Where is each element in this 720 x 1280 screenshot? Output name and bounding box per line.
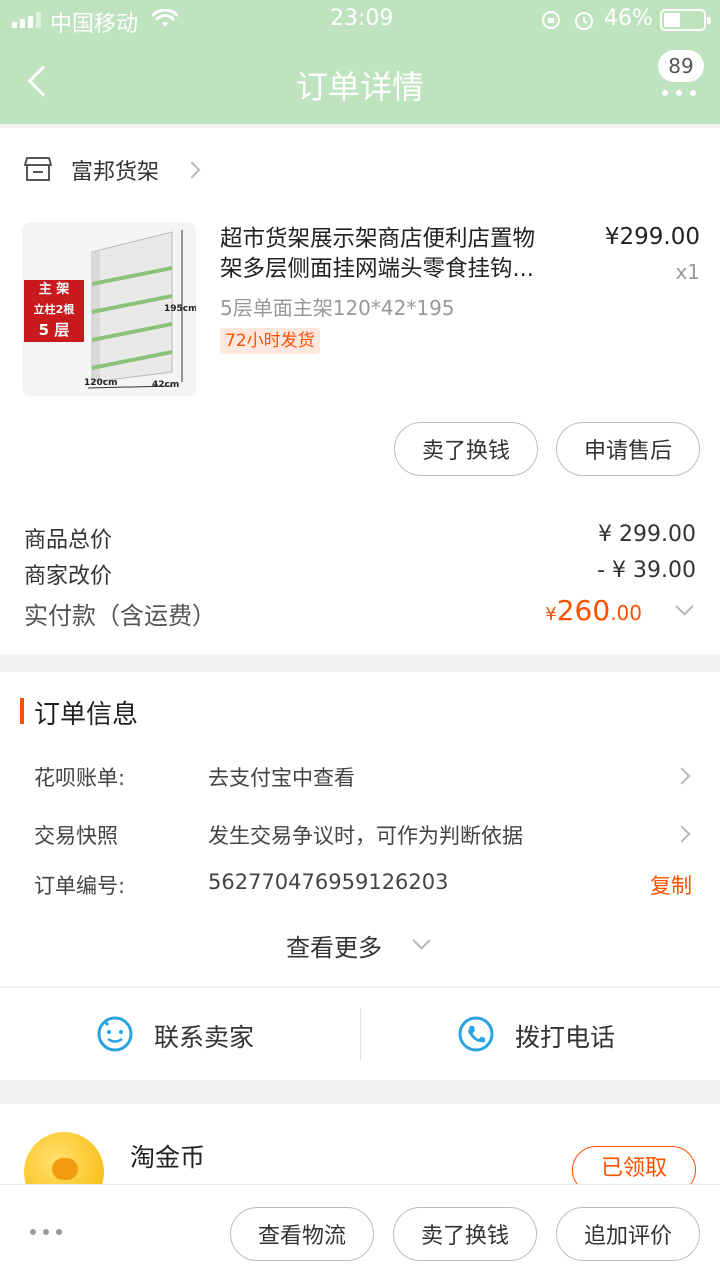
status-bar: 中国移动 23:09 46% [0,0,720,40]
section-marker [20,698,24,724]
copy-button[interactable]: 复制 [650,870,692,900]
price-adjust-label: 商家改价 [24,564,113,589]
wifi-icon [152,9,178,27]
paid-amount: ¥260.00 [545,594,642,627]
chevron-right-icon [673,767,691,785]
more-actions-icon[interactable] [30,1229,70,1239]
store-icon [24,157,52,181]
product-image-label: 主 架 立柱2根 5 层 [24,280,84,342]
chevron-down-icon [412,931,431,950]
total-price-value: ¥ 299.00 [598,522,696,547]
sell-button[interactable]: 卖了换钱 [394,422,538,476]
snapshot-row[interactable]: 交易快照 发生交易争议时，可作为判断依据 [0,810,720,858]
more-dots-icon [662,90,702,96]
row-label: 订单编号: [34,874,126,898]
row-value: 去支付宝中查看 [208,766,355,790]
product-image[interactable]: 主 架 立柱2根 5 层 195cm 120cm 42cm [22,222,196,396]
product-title[interactable]: 超市货架展示架商店便利店置物 架多层侧面挂网端头零食挂钩... [220,224,580,284]
shop-link[interactable]: 富邦货架 [24,150,224,190]
after-sale-button[interactable]: 申请售后 [556,422,700,476]
coin-title: 淘金币 [130,1143,206,1172]
product-price: ¥299.00 [604,224,700,250]
add-review-button[interactable]: 追加评价 [556,1207,700,1261]
total-price-label: 商品总价 [24,528,113,553]
alarm-icon [575,12,593,30]
contact-seller-button[interactable]: 联系卖家 [0,988,360,1080]
contact-bar: 联系卖家 拨打电话 [0,988,720,1080]
clock: 23:09 [330,6,394,31]
view-more-label: 查看更多 [286,934,382,962]
view-more-button[interactable]: 查看更多 [260,924,460,968]
signal-icon [12,12,42,28]
row-label: 花呗账单: [34,766,126,790]
coin-icon [24,1132,104,1184]
paid-label: 实付款（含运费） [24,602,216,630]
page-title: 订单详情 [295,68,424,106]
nav-bar: 订单详情 89 [0,40,720,124]
shipping-tag: 72小时发货 [220,328,320,354]
order-info-heading: 订单信息 [34,700,139,730]
row-value: 发生交易争议时，可作为判断依据 [208,824,523,848]
rotation-lock-icon [542,11,560,29]
call-phone-button[interactable]: 拨打电话 [361,988,720,1080]
order-item-card: 富邦货架 主 架 立柱2根 5 层 195cm 120cm 42cm 超市货架展… [0,128,720,654]
chevron-right-icon [183,161,201,179]
call-phone-label: 拨打电话 [515,1023,616,1052]
order-number-row: 订单编号: 562770476959126203 复制 [0,860,720,908]
order-info-card: 订单信息 花呗账单: 去支付宝中查看 交易快照 发生交易争议时，可作为判断依据 … [0,672,720,986]
view-logistics-button[interactable]: 查看物流 [230,1207,374,1261]
price-adjust-value: - ¥ 39.00 [597,558,696,583]
dim-height: 195cm [164,304,196,314]
message-badge: 89 [658,50,704,82]
huabei-row[interactable]: 花呗账单: 去支付宝中查看 [0,752,720,800]
sell-item-button[interactable]: 卖了换钱 [393,1207,537,1261]
order-number: 562770476959126203 [208,870,449,894]
dim-depth: 42cm [152,380,180,390]
phone-icon [458,1016,494,1052]
shop-name: 富邦货架 [71,160,160,185]
dim-width: 120cm [84,378,118,388]
battery-icon [660,9,711,31]
chevron-right-icon [673,825,691,843]
contact-seller-label: 联系卖家 [154,1023,255,1052]
product-qty: x1 [675,260,700,284]
chat-face-icon [97,1016,133,1052]
carrier-label: 中国移动 [50,12,139,37]
expand-price-icon[interactable] [675,597,694,616]
taobao-coin-card: 淘金币 已领取 [0,1104,720,1194]
row-label: 交易快照 [34,824,118,848]
bottom-action-bar: 查看物流 卖了换钱 追加评价 [0,1184,720,1280]
more-button[interactable]: 89 [650,50,710,120]
product-spec: 5层单面主架120*42*195 [220,296,455,320]
battery-percent: 46% [604,6,653,31]
